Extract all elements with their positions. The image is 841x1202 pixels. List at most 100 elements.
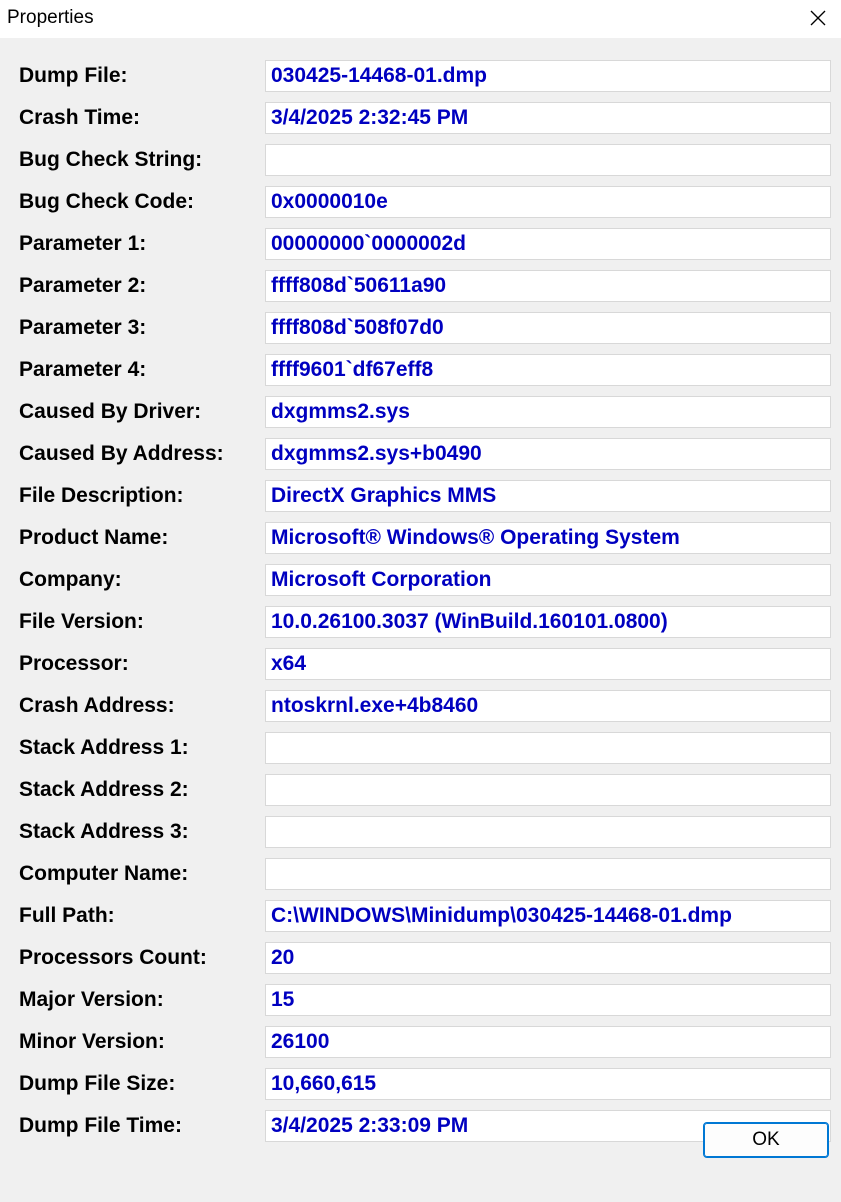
property-value: 26100 (271, 1030, 330, 1053)
property-label: Stack Address 1: (19, 736, 189, 759)
property-value: DirectX Graphics MMS (271, 484, 497, 507)
property-value: x64 (271, 652, 307, 675)
property-value-field[interactable]: 3/4/2025 2:32:45 PM (265, 102, 831, 134)
property-row-minor-version: Minor Version: 26100 (0, 1026, 841, 1058)
property-row-crash-address: Crash Address: ntoskrnl.exe+4b8460 (0, 690, 841, 722)
property-value: ffff808d`508f07d0 (271, 316, 444, 339)
property-value: ntoskrnl.exe+4b8460 (271, 694, 479, 717)
property-value: 15 (271, 988, 295, 1011)
property-label: Company: (19, 568, 122, 591)
property-value-field[interactable]: 20 (265, 942, 831, 974)
property-value-field[interactable]: dxgmms2.sys (265, 396, 831, 428)
property-row-file-description: File Description: DirectX Graphics MMS (0, 480, 841, 512)
property-row-company: Company: Microsoft Corporation (0, 564, 841, 596)
property-row-caused-by-driver: Caused By Driver: dxgmms2.sys (0, 396, 841, 428)
property-value-field[interactable]: dxgmms2.sys+b0490 (265, 438, 831, 470)
property-value-field[interactable]: Microsoft® Windows® Operating System (265, 522, 831, 554)
property-value: 20 (271, 946, 295, 969)
property-value-field[interactable] (265, 774, 831, 806)
property-label: Minor Version: (19, 1030, 165, 1053)
property-label: Processors Count: (19, 946, 207, 969)
property-value: 10,660,615 (271, 1072, 377, 1095)
property-label: Full Path: (19, 904, 115, 927)
ok-button[interactable]: OK (703, 1122, 829, 1158)
property-label: Product Name: (19, 526, 169, 549)
property-row-stack-address-1: Stack Address 1: (0, 732, 841, 764)
property-label: Parameter 3: (19, 316, 147, 339)
property-label: Processor: (19, 652, 129, 675)
property-value-field[interactable]: ffff808d`50611a90 (265, 270, 831, 302)
property-row-parameter-3: Parameter 3: ffff808d`508f07d0 (0, 312, 841, 344)
property-label: Caused By Driver: (19, 400, 202, 423)
property-value-field[interactable] (265, 732, 831, 764)
property-value-field[interactable]: ntoskrnl.exe+4b8460 (265, 690, 831, 722)
property-label: Crash Address: (19, 694, 175, 717)
property-value-field[interactable]: 10.0.26100.3037 (WinBuild.160101.0800) (265, 606, 831, 638)
property-label: Parameter 2: (19, 274, 147, 297)
property-value: 10.0.26100.3037 (WinBuild.160101.0800) (271, 610, 668, 633)
property-value-field[interactable]: Microsoft Corporation (265, 564, 831, 596)
property-value-field[interactable]: ffff808d`508f07d0 (265, 312, 831, 344)
property-label: Bug Check String: (19, 148, 203, 171)
property-value-field[interactable]: x64 (265, 648, 831, 680)
property-row-bug-check-code: Bug Check Code: 0x0000010e (0, 186, 841, 218)
property-value: dxgmms2.sys (271, 400, 410, 423)
property-label: Crash Time: (19, 106, 140, 129)
property-label: File Description: (19, 484, 184, 507)
property-label: Major Version: (19, 988, 164, 1011)
property-value-field[interactable]: 10,660,615 (265, 1068, 831, 1100)
property-row-parameter-4: Parameter 4: ffff9601`df67eff8 (0, 354, 841, 386)
property-row-full-path: Full Path: C:\WINDOWS\Minidump\030425-14… (0, 900, 841, 932)
window-title: Properties (7, 7, 94, 28)
property-value-field[interactable] (265, 816, 831, 848)
property-value: 00000000`0000002d (271, 232, 467, 255)
property-value-field[interactable]: 15 (265, 984, 831, 1016)
property-value: 3/4/2025 2:33:09 PM (271, 1114, 469, 1137)
property-label: Dump File Time: (19, 1114, 182, 1137)
properties-panel: Dump File: 030425-14468-01.dmp Crash Tim… (0, 38, 841, 1202)
property-value: ffff9601`df67eff8 (271, 358, 434, 381)
property-label: Dump File Size: (19, 1072, 176, 1095)
property-row-dump-file-size: Dump File Size: 10,660,615 (0, 1068, 841, 1100)
property-row-dump-file: Dump File: 030425-14468-01.dmp (0, 60, 841, 92)
property-value-field[interactable]: C:\WINDOWS\Minidump\030425-14468-01.dmp (265, 900, 831, 932)
property-value-field[interactable] (265, 144, 831, 176)
close-button[interactable] (795, 0, 841, 36)
property-row-processor: Processor: x64 (0, 648, 841, 680)
property-label: Caused By Address: (19, 442, 224, 465)
property-value-field[interactable]: 030425-14468-01.dmp (265, 60, 831, 92)
property-label: Parameter 4: (19, 358, 147, 381)
property-value: Microsoft® Windows® Operating System (271, 526, 680, 549)
property-label: Computer Name: (19, 862, 189, 885)
property-value: C:\WINDOWS\Minidump\030425-14468-01.dmp (271, 904, 732, 927)
property-row-caused-by-address: Caused By Address: dxgmms2.sys+b0490 (0, 438, 841, 470)
property-row-stack-address-3: Stack Address 3: (0, 816, 841, 848)
property-label: Stack Address 2: (19, 778, 189, 801)
property-value-field[interactable]: 00000000`0000002d (265, 228, 831, 260)
property-row-file-version: File Version: 10.0.26100.3037 (WinBuild.… (0, 606, 841, 638)
property-value-field[interactable]: 0x0000010e (265, 186, 831, 218)
property-value: 030425-14468-01.dmp (271, 64, 487, 87)
close-icon (810, 10, 826, 26)
property-row-computer-name: Computer Name: (0, 858, 841, 890)
property-row-stack-address-2: Stack Address 2: (0, 774, 841, 806)
property-row-processors-count: Processors Count: 20 (0, 942, 841, 974)
title-bar: Properties (0, 0, 841, 38)
property-row-product-name: Product Name: Microsoft® Windows® Operat… (0, 522, 841, 554)
property-row-bug-check-string: Bug Check String: (0, 144, 841, 176)
property-value: dxgmms2.sys+b0490 (271, 442, 482, 465)
property-label: File Version: (19, 610, 144, 633)
property-value-field[interactable]: DirectX Graphics MMS (265, 480, 831, 512)
property-value: 3/4/2025 2:32:45 PM (271, 106, 469, 129)
property-value: Microsoft Corporation (271, 568, 492, 591)
property-value-field[interactable] (265, 858, 831, 890)
property-row-parameter-2: Parameter 2: ffff808d`50611a90 (0, 270, 841, 302)
property-value-field[interactable]: ffff9601`df67eff8 (265, 354, 831, 386)
property-row-crash-time: Crash Time: 3/4/2025 2:32:45 PM (0, 102, 841, 134)
property-label: Bug Check Code: (19, 190, 195, 213)
property-label: Dump File: (19, 64, 128, 87)
property-value: 0x0000010e (271, 190, 388, 213)
property-value-field[interactable]: 26100 (265, 1026, 831, 1058)
property-value: ffff808d`50611a90 (271, 274, 447, 297)
property-label: Parameter 1: (19, 232, 147, 255)
